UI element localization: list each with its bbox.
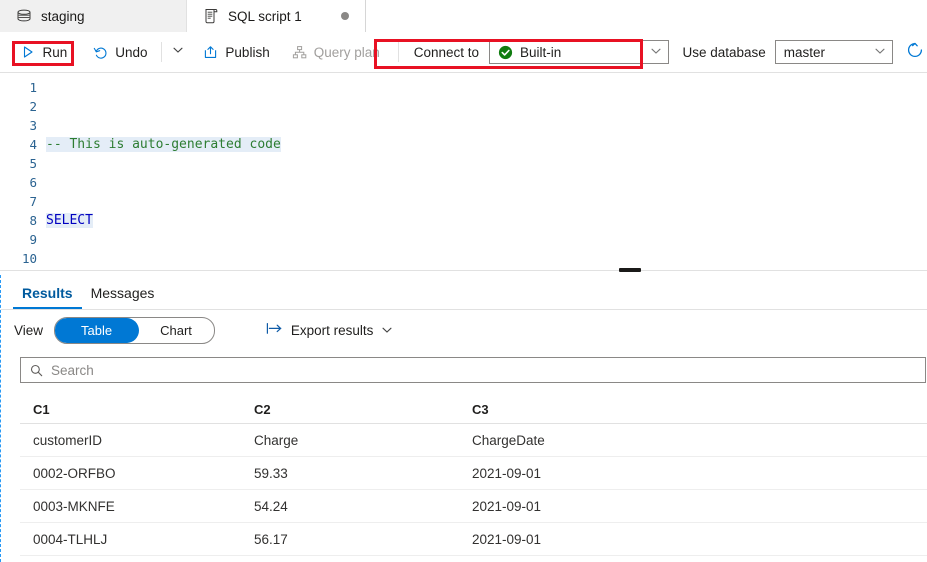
line-number: 4: [29, 137, 37, 152]
table-cell: 0004-TLHLJ: [33, 531, 108, 547]
search-icon: [30, 364, 43, 377]
results-view-toolbar: View Table Chart Export results: [1, 310, 927, 350]
line-number: 8: [29, 213, 37, 228]
toolbar-divider-1: [160, 42, 162, 62]
run-button-label: Run: [42, 44, 68, 60]
results-panel: Results Messages View Table Chart Export: [0, 275, 927, 562]
table-row[interactable]: 0002-ORFBO 59.33 2021-09-01: [20, 457, 927, 490]
use-database-value: master: [783, 44, 826, 60]
table-cell: Charge: [254, 432, 299, 448]
line-number-gutter: 1 2 3 4 5 6 7 8 9 10: [0, 73, 46, 270]
line-number: 6: [29, 175, 37, 190]
code-line-2: SELECT: [46, 211, 927, 230]
tab-sql-script-1[interactable]: SQL script 1: [187, 0, 366, 32]
results-search-wrapper: Search: [20, 357, 926, 383]
export-arrow-icon: [266, 322, 283, 338]
undo-button-label: Undo: [115, 44, 148, 60]
column-header-c1[interactable]: C1: [20, 402, 241, 417]
table-header-row: C1 C2 C3: [20, 395, 927, 424]
view-mode-toggle: Table Chart: [54, 316, 215, 344]
upload-box-icon: [203, 45, 218, 60]
sql-keyword-select: SELECT: [46, 213, 93, 228]
table-row[interactable]: customerID Charge ChargeDate: [20, 424, 927, 457]
sql-script-icon: [203, 8, 219, 24]
toolbar-divider-2: [397, 42, 399, 62]
unsaved-changes-dot-icon: [341, 12, 349, 20]
column-header-c2[interactable]: C2: [241, 402, 459, 417]
tab-results[interactable]: Results: [13, 285, 82, 309]
play-triangle-icon: [21, 45, 35, 59]
export-results-label: Export results: [290, 322, 374, 338]
code-text-area[interactable]: -- This is auto-generated code SELECT TO…: [46, 73, 927, 270]
results-table: C1 C2 C3 customerID Charge ChargeDate 00…: [20, 395, 927, 556]
table-cell: customerID: [33, 432, 103, 448]
sql-code-editor[interactable]: 1 2 3 4 5 6 7 8 9 10 -- This is auto-gen…: [0, 73, 927, 270]
chevron-down-icon: [381, 324, 393, 336]
tab-messages[interactable]: Messages: [82, 285, 164, 309]
code-line-1: -- This is auto-generated code: [46, 135, 927, 154]
publish-button[interactable]: Publish: [195, 38, 277, 66]
tab-staging-label: staging: [41, 8, 85, 24]
table-cell: 0002-ORFBO: [33, 465, 116, 481]
results-tab-list: Results Messages: [1, 275, 927, 310]
table-cell: 56.17: [254, 531, 288, 547]
connect-to-dropdown[interactable]: Built-in: [489, 40, 670, 64]
table-cell: 2021-09-01: [472, 465, 542, 481]
line-number: 9: [29, 232, 37, 247]
view-mode-table[interactable]: Table: [55, 317, 140, 343]
refresh-button[interactable]: [902, 38, 927, 66]
line-number: 10: [21, 251, 37, 266]
view-mode-chart[interactable]: Chart: [138, 319, 214, 342]
chevron-down-icon: [874, 45, 886, 60]
table-cell: 59.33: [254, 465, 288, 481]
table-cell: 2021-09-01: [472, 531, 542, 547]
table-cell: ChargeDate: [472, 432, 545, 448]
export-results-button[interactable]: Export results: [266, 322, 394, 338]
green-check-icon: [498, 45, 513, 60]
tab-sql-script-1-label: SQL script 1: [228, 8, 302, 24]
line-number: 1: [29, 80, 37, 95]
column-header-c3[interactable]: C3: [459, 402, 759, 417]
undo-more-chevron[interactable]: [166, 38, 189, 66]
tab-strip-filler: [366, 0, 927, 32]
tab-staging[interactable]: staging: [0, 0, 187, 32]
table-cell: 0003-MKNFE: [33, 498, 115, 514]
line-number: 2: [29, 99, 37, 114]
table-row[interactable]: 0004-TLHLJ 56.17 2021-09-01: [20, 523, 927, 556]
table-row[interactable]: 0003-MKNFE 54.24 2021-09-01: [20, 490, 927, 523]
line-number: 3: [29, 118, 37, 133]
splitter-grip-handle[interactable]: [619, 268, 641, 272]
run-button[interactable]: Run: [11, 38, 77, 66]
database-icon: [16, 8, 32, 24]
command-bar: Run Undo Publish Query plan Connect to B…: [0, 32, 927, 73]
hierarchy-icon: [292, 45, 307, 60]
line-number: 7: [29, 194, 37, 209]
query-plan-button[interactable]: Query plan: [284, 38, 388, 66]
chevron-down-icon: [172, 43, 184, 61]
search-input[interactable]: Search: [20, 357, 926, 383]
table-cell: 2021-09-01: [472, 498, 542, 514]
table-cell: 54.24: [254, 498, 288, 514]
publish-button-label: Publish: [225, 44, 270, 60]
sql-comment: -- This is auto-generated code: [46, 137, 281, 152]
chevron-down-icon: [650, 45, 662, 60]
tab-messages-label: Messages: [90, 285, 155, 301]
undo-button[interactable]: Undo: [85, 38, 155, 66]
line-number: 5: [29, 156, 37, 171]
tab-results-label: Results: [22, 285, 73, 301]
use-database-label: Use database: [682, 44, 766, 60]
synapse-sql-script-page: staging SQL script 1 Run Undo Publish Qu…: [0, 0, 927, 562]
connect-to-value: Built-in: [520, 44, 562, 60]
tab-strip: staging SQL script 1: [0, 0, 927, 33]
undo-arrow-icon: [93, 45, 108, 60]
connect-to-label: Connect to: [413, 44, 479, 60]
refresh-icon: [906, 41, 924, 64]
query-plan-button-label: Query plan: [313, 44, 380, 60]
use-database-dropdown[interactable]: master: [774, 40, 894, 64]
view-label: View: [14, 322, 44, 338]
search-placeholder: Search: [51, 362, 94, 378]
